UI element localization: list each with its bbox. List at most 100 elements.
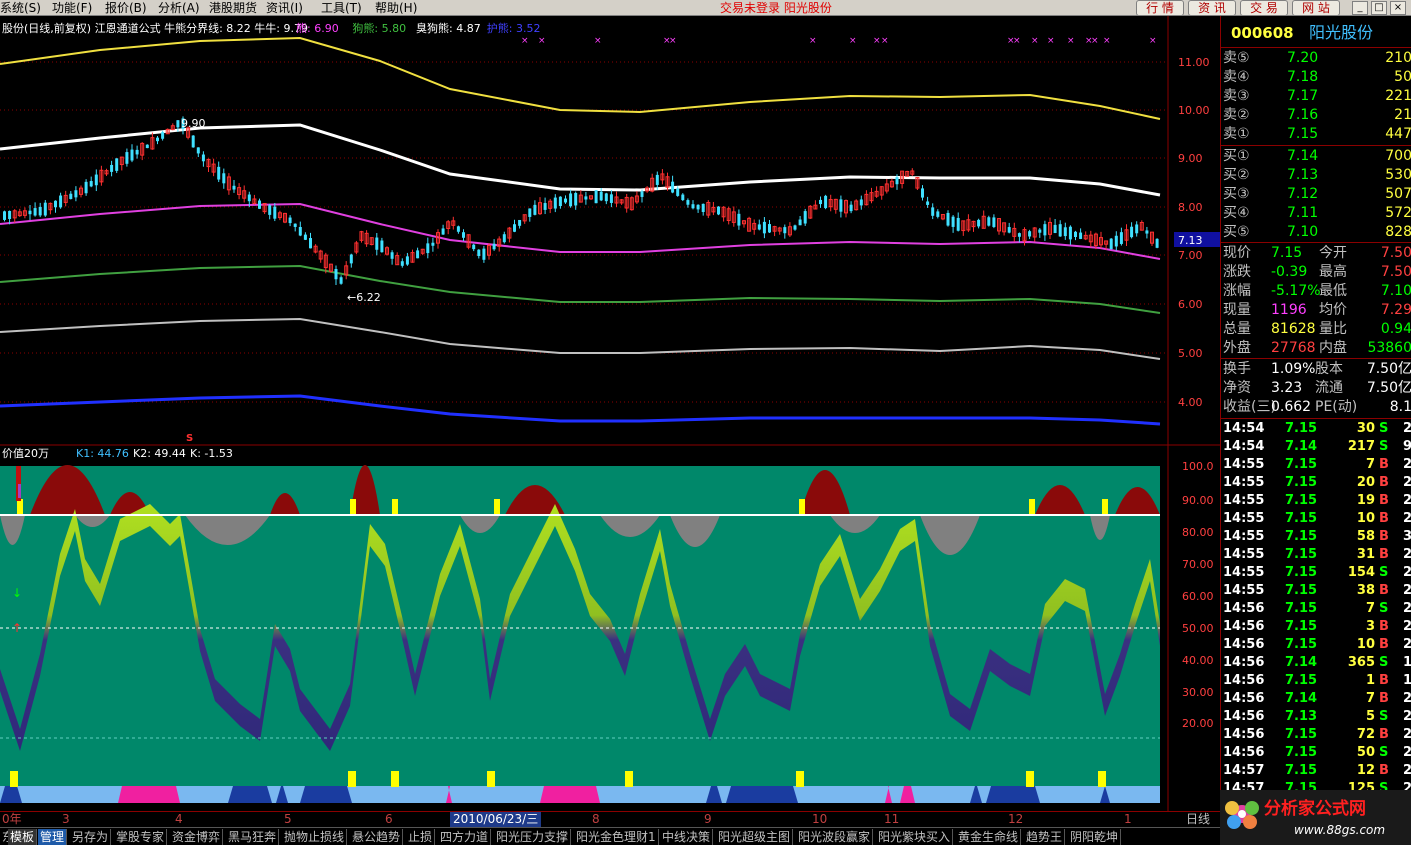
tick-row: 14:55 7.15 20 B2 [1221, 474, 1411, 492]
ask-volume: 447 [1385, 126, 1411, 142]
tick-count: 2 [1403, 474, 1411, 492]
menu-analysis[interactable]: 分析(A) [158, 0, 200, 16]
tick-time: 14:55 [1223, 511, 1265, 526]
tab-trend[interactable]: 悬公趋势 [350, 829, 404, 845]
tick-row: 14:55 7.15 10 B2 [1221, 510, 1411, 528]
candle-body [987, 217, 991, 226]
tab-purple-buy[interactable]: 阳光紫块买入 [876, 829, 954, 845]
x-label: 11 [884, 812, 900, 826]
menu-system[interactable]: 系统(S) [0, 0, 41, 16]
tab-pressure-support[interactable]: 阳光压力支撑 [494, 829, 572, 845]
formula-tab-bar: 东 模板 管理 另存为 掌股专家 资金博弈 黑马狂奔 抛物止损线 悬公趋势 止损… [0, 827, 1220, 845]
candle-body [288, 217, 292, 224]
yellow-signal [10, 771, 18, 787]
period-label[interactable]: 日线 [1186, 812, 1210, 827]
candle-body [135, 149, 139, 155]
tab-super-main[interactable]: 阳光超级主图 [716, 829, 794, 845]
blue-block [300, 786, 352, 803]
tick-volume: 58 [1356, 529, 1375, 544]
chart-header: 股份(日线,前复权) 江恩通道公式 牛熊分界线: 8.22 牛牛: 9.79熊:… [2, 21, 541, 35]
price-chart[interactable]: 11.00 10.00 9.00 8.00 7.00 6.00 5.00 4.00 股份(日线… [0, 16, 1220, 446]
trade-button[interactable]: 交 易 [1240, 0, 1288, 16]
flower-logo-icon [1225, 801, 1259, 829]
signal-x-mark: × [1047, 36, 1055, 46]
stat-row: 现量 1196 均价 7.29 [1221, 301, 1411, 320]
menu-hk-futures[interactable]: 港股期货 [209, 0, 257, 16]
info-button[interactable]: 资 讯 [1188, 0, 1236, 16]
stat-label: 外盘 [1223, 340, 1251, 356]
stat-label: 现价 [1223, 245, 1251, 261]
tick-row: 14:55 7.15 7B2 [1221, 456, 1411, 474]
tick-side: B [1379, 493, 1389, 508]
stat-row: 涨幅 -5.17% 最低 7.10 [1221, 282, 1411, 301]
menu-help[interactable]: 帮助(H) [375, 0, 417, 16]
tick-row: 14:56 7.15 10 B2 [1221, 636, 1411, 654]
tick-row: 14:56 7.14 7B2 [1221, 690, 1411, 708]
tab-template[interactable]: 模板 [8, 829, 38, 845]
candle-body [762, 221, 766, 234]
tick-volume: 7 [1365, 457, 1375, 472]
candle-body [1007, 227, 1011, 233]
tab-gold-finance[interactable]: 阳光金色理财1 [574, 829, 659, 845]
tab-wave-winner[interactable]: 阳光波段赢家 [796, 829, 874, 845]
ask-row: 卖① 7.15 447 [1221, 125, 1411, 144]
menu-function[interactable]: 功能(F) [52, 0, 92, 16]
tick-volume: 217 [1347, 439, 1375, 454]
high-marker: 9.90 [181, 117, 206, 130]
website-button[interactable]: 网 站 [1292, 0, 1340, 16]
tab-midline[interactable]: 中线决策 [660, 829, 714, 845]
tab-gold-lifeline[interactable]: 黄金生命线 [956, 829, 1022, 845]
tab-stop-loss[interactable]: 止损 [406, 829, 436, 845]
candle-body [798, 219, 802, 226]
x-label: 12 [1008, 812, 1024, 826]
candle-body [59, 195, 63, 208]
tick-volume: 38 [1356, 583, 1375, 598]
tick-price: 7.15 [1285, 583, 1318, 598]
candle-body [303, 234, 307, 240]
tick-count: 2 [1403, 564, 1411, 582]
tab-stock-expert[interactable]: 掌股专家 [114, 829, 168, 845]
tick-time: 14:56 [1223, 673, 1265, 688]
stat-value: 53860 [1367, 340, 1411, 356]
tab-save-as[interactable]: 另存为 [70, 829, 112, 845]
menu-info[interactable]: 资讯(I) [266, 0, 303, 16]
tab-parabolic-stop[interactable]: 抛物止损线 [282, 829, 348, 845]
tab-capital-game[interactable]: 资金博弈 [170, 829, 224, 845]
menu-tools[interactable]: 工具(T) [321, 0, 362, 16]
close-icon[interactable]: × [1390, 1, 1406, 15]
bid-row: 买② 7.13 530 [1221, 166, 1411, 185]
candle-body [717, 206, 720, 215]
tick-time: 14:57 [1223, 763, 1265, 778]
candle-body [1119, 232, 1123, 244]
tick-side: B [1379, 691, 1389, 706]
header-part: 股份(日线,前复权) 江恩通道公式 牛熊分界线: 8.22 牛牛: 9.79 [2, 21, 308, 35]
candle-body [518, 219, 522, 226]
candle-body [298, 226, 302, 236]
tick-volume: 7 [1365, 691, 1375, 706]
tick-price: 7.14 [1285, 691, 1318, 706]
tick-volume: 3 [1365, 619, 1375, 634]
info-label: 换手 [1223, 361, 1251, 377]
ask-label: 卖① [1223, 126, 1250, 142]
maximize-icon[interactable]: □ [1371, 1, 1387, 15]
stat-label: 今开 [1319, 245, 1347, 261]
tick-row: 14:54 7.14 217 S9 [1221, 438, 1411, 456]
minimize-icon[interactable]: _ [1352, 1, 1368, 15]
oscillator-chart[interactable]: 价值20万 K1: 44.76 K2: 49.44 K: -1.53 100.0… [0, 446, 1220, 811]
candle-body [1038, 229, 1042, 233]
y-axis-label: 10.00 [1178, 104, 1210, 117]
menu-quote[interactable]: 报价(B) [105, 0, 147, 16]
date-box: 2010/06/23/三 [450, 812, 542, 827]
tab-dark-horse[interactable]: 黑马狂奔 [226, 829, 280, 845]
tick-price: 7.15 [1285, 673, 1318, 688]
pink-block [118, 786, 180, 803]
tick-volume: 10 [1356, 511, 1375, 526]
tab-four-force[interactable]: 四方力道 [438, 829, 492, 845]
info-value: 7.50亿 [1366, 361, 1411, 377]
tab-manage[interactable]: 管理 [38, 829, 68, 845]
stat-value: 0.94 [1380, 321, 1411, 337]
tab-trend-king[interactable]: 趋势王 [1024, 829, 1066, 845]
tab-yinyang[interactable]: 阴阳乾坤 [1068, 829, 1122, 845]
market-button[interactable]: 行 情 [1136, 0, 1184, 16]
yellow-signal [1098, 771, 1106, 787]
